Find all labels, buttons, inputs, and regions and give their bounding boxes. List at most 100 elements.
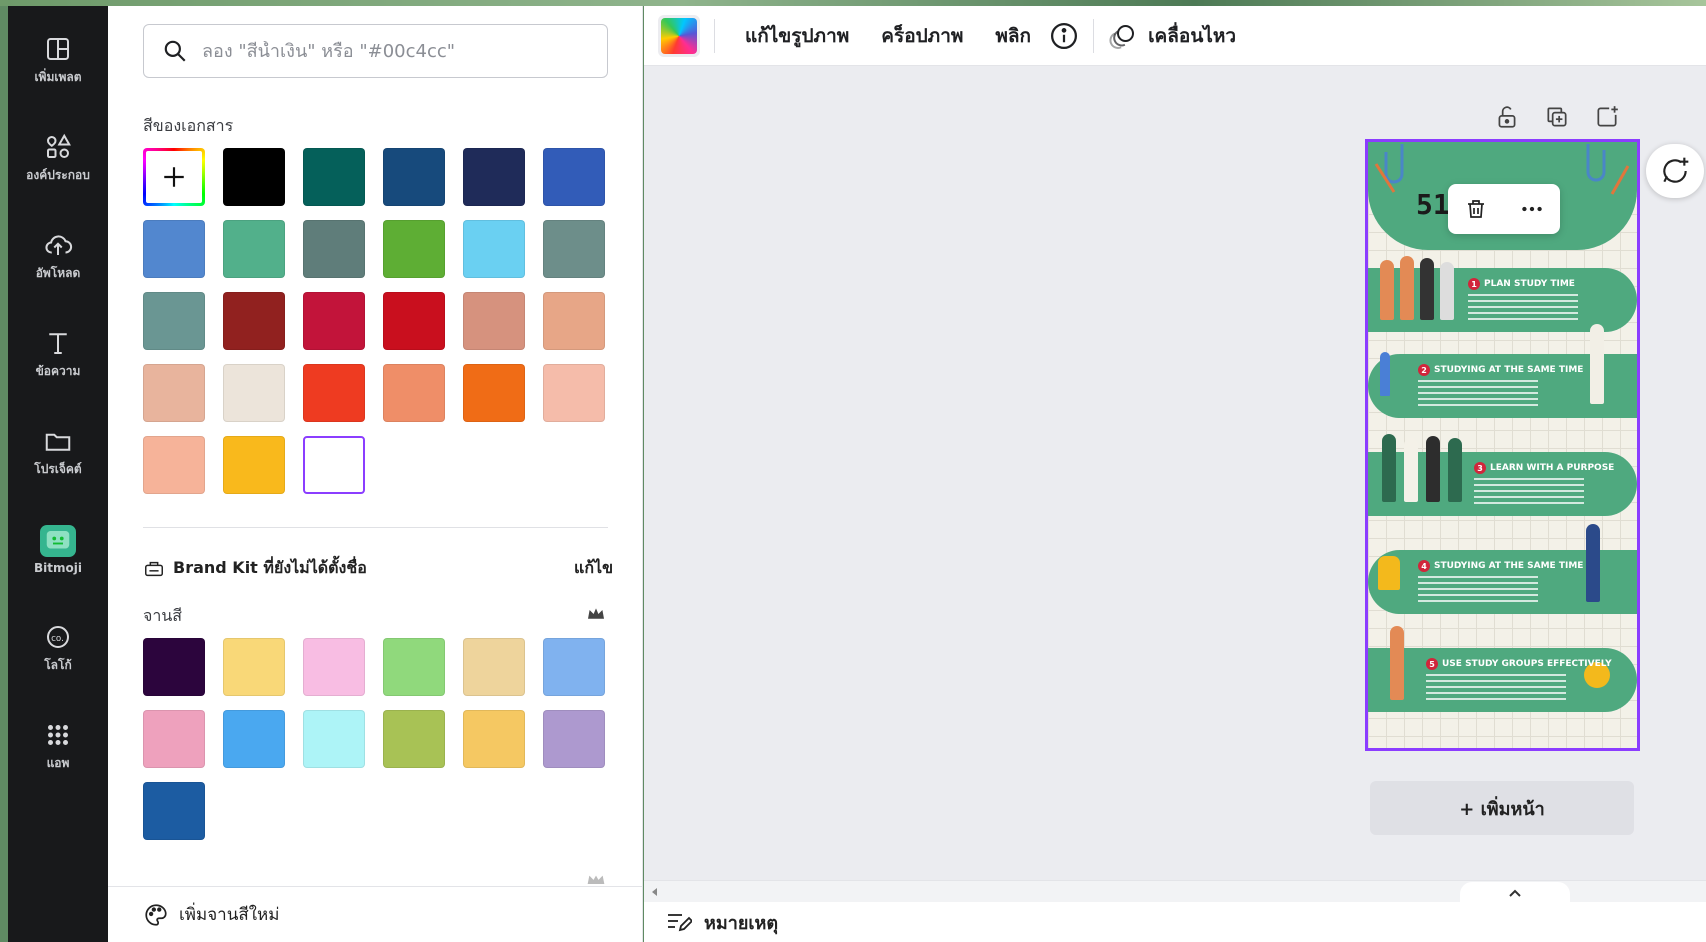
color-swatch[interactable] xyxy=(543,364,605,422)
color-swatch[interactable] xyxy=(383,364,445,422)
body-text xyxy=(1426,674,1566,700)
add-color-button[interactable] xyxy=(143,148,205,206)
lock-icon[interactable] xyxy=(1494,104,1520,130)
notes-button[interactable]: หมายเหตุ xyxy=(644,902,1706,942)
list-item[interactable]: 5 USE STUDY GROUPS EFFECTIVELY xyxy=(1368,626,1637,712)
color-swatch[interactable] xyxy=(143,220,205,278)
list-item[interactable]: 3 LEARN WITH A PURPOSE xyxy=(1368,434,1637,516)
template-icon xyxy=(47,37,69,60)
color-swatch[interactable] xyxy=(463,292,525,350)
collapse-panel-tab[interactable] xyxy=(1460,882,1570,904)
color-search-box[interactable] xyxy=(143,24,608,78)
palette-swatch[interactable] xyxy=(543,638,605,696)
body-text xyxy=(1418,380,1538,406)
color-swatch[interactable] xyxy=(143,292,205,350)
palette-swatch[interactable] xyxy=(463,710,525,768)
design-page[interactable]: 51 SS 1PLAN STUDY TIME 2STUDYING AT THE … xyxy=(1365,139,1640,751)
color-swatch[interactable] xyxy=(543,148,605,206)
rail-item-logos[interactable]: co. โลโก้ xyxy=(8,608,108,688)
rail-item-apps[interactable]: แอพ xyxy=(8,706,108,786)
color-swatch[interactable] xyxy=(463,364,525,422)
duplicate-page-icon[interactable] xyxy=(1544,104,1570,130)
color-swatch[interactable] xyxy=(223,436,285,494)
palette-swatch[interactable] xyxy=(303,710,365,768)
edit-image-button[interactable]: แก้ไขรูปภาพ xyxy=(729,21,865,51)
more-options-icon[interactable] xyxy=(1519,196,1545,222)
color-swatch[interactable] xyxy=(223,292,285,350)
add-page-button[interactable]: + เพิ่มหน้า xyxy=(1370,781,1634,835)
color-swatch[interactable] xyxy=(223,148,285,206)
rail-label: เพิ่มเพลต xyxy=(34,69,82,84)
illustration-student xyxy=(1448,438,1462,502)
palette-swatch[interactable] xyxy=(143,710,205,768)
color-swatch[interactable] xyxy=(303,364,365,422)
illustration-student xyxy=(1400,256,1414,320)
toolbar-separator xyxy=(1093,18,1095,53)
color-swatch[interactable] xyxy=(143,364,205,422)
color-swatch[interactable] xyxy=(463,220,525,278)
illustration-pencil xyxy=(1380,352,1390,396)
palette-swatch[interactable] xyxy=(383,710,445,768)
color-picker-button[interactable] xyxy=(658,14,700,57)
color-panel: สีของเอกสาร Brand Kit ที่ยังไม่ได้ตั้งชื… xyxy=(108,6,643,942)
flip-button[interactable]: พลิก xyxy=(979,21,1047,51)
color-swatch[interactable] xyxy=(383,220,445,278)
rail-item-projects[interactable]: โปรเจ็คต์ xyxy=(8,412,108,492)
color-swatch[interactable] xyxy=(543,220,605,278)
rail-item-elements[interactable]: องค์ประกอบ xyxy=(8,118,108,198)
illustration-student xyxy=(1380,260,1394,320)
color-search-input[interactable] xyxy=(202,40,602,62)
add-page-icon[interactable] xyxy=(1594,104,1620,130)
color-swatch[interactable] xyxy=(143,436,205,494)
left-rail: เพิ่มเพลต องค์ประกอบ อัพโหลด ข้อความ โปร… xyxy=(8,6,108,942)
color-swatch[interactable] xyxy=(303,220,365,278)
plus-icon xyxy=(164,167,184,187)
rail-label: อัพโหลด xyxy=(35,265,81,280)
color-swatch[interactable] xyxy=(223,364,285,422)
apps-grid-icon xyxy=(48,724,68,745)
palette-swatch[interactable] xyxy=(543,710,605,768)
palette-swatch[interactable] xyxy=(143,782,205,840)
rail-item-uploads[interactable]: อัพโหลด xyxy=(8,216,108,296)
crown-icon xyxy=(587,875,605,884)
palette-swatch[interactable] xyxy=(223,710,285,768)
toolbar-separator xyxy=(714,18,715,53)
crown-icon xyxy=(588,608,604,619)
animate-button[interactable]: เคลื่อนไหว xyxy=(1138,21,1252,51)
list-item[interactable]: 1 PLAN STUDY TIME xyxy=(1368,256,1637,332)
crop-button[interactable]: คร็อปภาพ xyxy=(865,21,979,51)
palette-swatch[interactable] xyxy=(463,638,525,696)
palette-swatch[interactable] xyxy=(383,638,445,696)
rail-label: องค์ประกอบ xyxy=(26,167,90,182)
palette-swatch[interactable] xyxy=(303,638,365,696)
body-text xyxy=(1474,478,1584,504)
scroll-left-icon[interactable] xyxy=(650,887,660,897)
brand-kit-edit-link[interactable]: แก้ไข xyxy=(574,556,613,581)
add-comment-button[interactable] xyxy=(1646,144,1704,198)
color-swatch[interactable] xyxy=(223,220,285,278)
elements-icon xyxy=(46,133,71,158)
color-swatch[interactable] xyxy=(303,148,365,206)
color-swatch[interactable] xyxy=(463,148,525,206)
palette-swatch[interactable] xyxy=(223,638,285,696)
add-palette-label: เพิ่มจานสีใหม่ xyxy=(179,905,280,925)
trash-icon[interactable] xyxy=(1464,197,1488,221)
palette-swatch[interactable] xyxy=(143,638,205,696)
notes-label: หมายเหตุ xyxy=(704,912,779,934)
folder-icon xyxy=(45,433,71,451)
color-swatch[interactable] xyxy=(303,292,365,350)
color-swatch[interactable] xyxy=(543,292,605,350)
row-title: 2 STUDYING AT THE SAME TIME xyxy=(1418,364,1583,376)
info-icon[interactable] xyxy=(1049,21,1079,51)
rail-item-templates[interactable]: เพิ่มเพลต xyxy=(8,20,108,100)
color-swatch[interactable] xyxy=(383,148,445,206)
color-swatch[interactable] xyxy=(383,292,445,350)
row-title: 3 LEARN WITH A PURPOSE xyxy=(1474,462,1614,474)
list-item[interactable]: 2 STUDYING AT THE SAME TIME xyxy=(1368,324,1637,418)
rail-item-text[interactable]: ข้อความ xyxy=(8,314,108,394)
color-swatch[interactable] xyxy=(303,436,365,494)
rail-item-bitmoji[interactable]: Bitmoji xyxy=(8,510,108,590)
illustration-student xyxy=(1426,436,1440,502)
add-palette-button[interactable]: เพิ่มจานสีใหม่ xyxy=(108,886,643,942)
list-item[interactable]: 4 STUDYING AT THE SAME TIME xyxy=(1368,524,1637,614)
